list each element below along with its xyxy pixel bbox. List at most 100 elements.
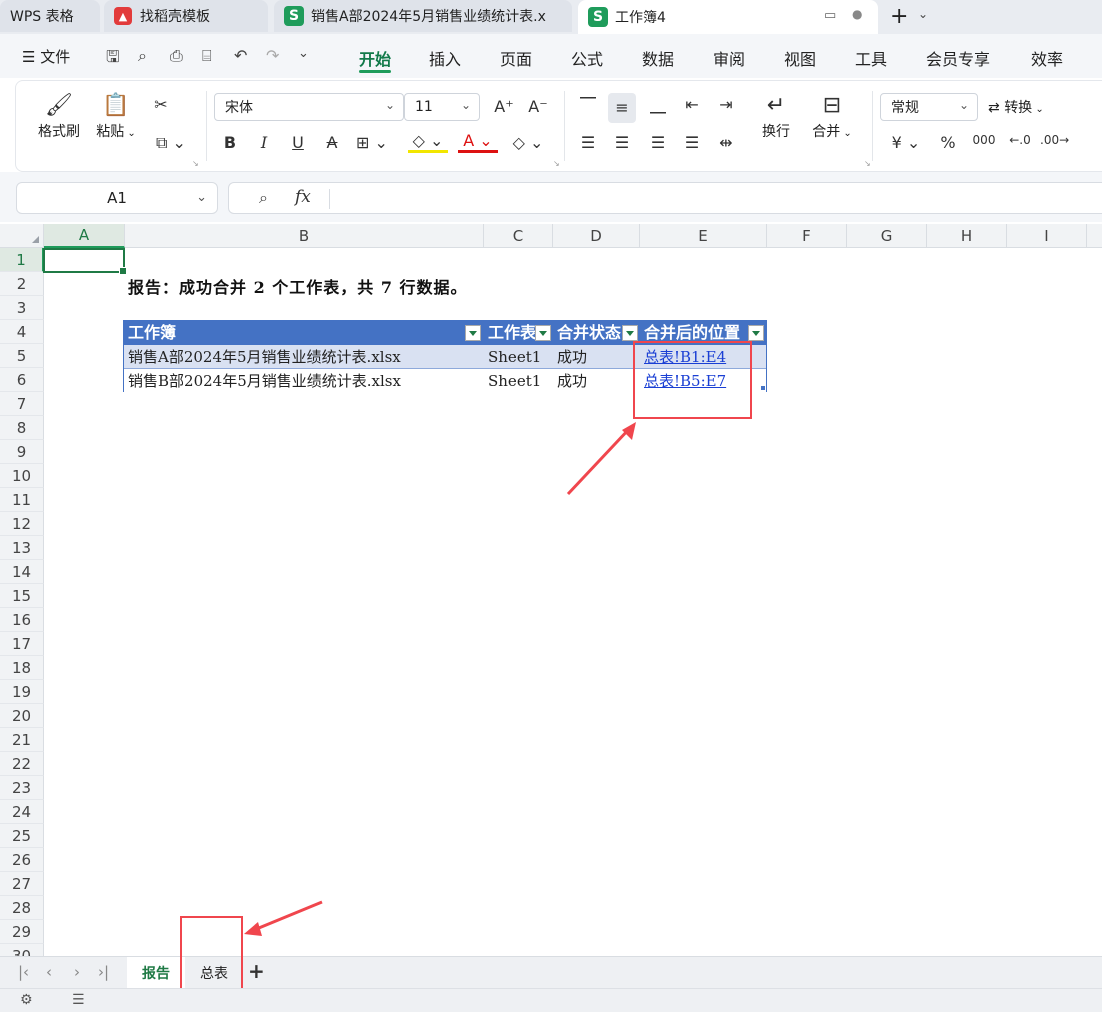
- file-menu[interactable]: ☰ 文件: [22, 46, 70, 67]
- column-header-G[interactable]: G: [847, 224, 927, 248]
- cell-workbook[interactable]: 销售B部2024年5月销售业绩统计表.xlsx: [124, 369, 484, 393]
- row-header-19[interactable]: 19: [0, 680, 44, 704]
- chevron-down-icon[interactable]: ⌄: [918, 7, 928, 21]
- active-cell-A1[interactable]: [43, 248, 127, 275]
- redo-icon[interactable]: ↷: [266, 46, 279, 65]
- row-header-28[interactable]: 28: [0, 896, 44, 920]
- decrease-indent-icon[interactable]: ⇤: [678, 95, 706, 114]
- row-header-24[interactable]: 24: [0, 800, 44, 824]
- row-header-27[interactable]: 27: [0, 872, 44, 896]
- filter-dropdown-icon[interactable]: [748, 325, 764, 341]
- formula-input[interactable]: ⌕ fx: [228, 182, 1102, 214]
- convert-button[interactable]: ⇄ 转换 ⌄: [988, 97, 1064, 117]
- copy-icon[interactable]: ⧉ ⌄: [151, 133, 191, 153]
- cell-status[interactable]: 成功: [553, 369, 640, 393]
- row-header-14[interactable]: 14: [0, 560, 44, 584]
- align-left-icon[interactable]: ☰: [574, 133, 602, 152]
- row-header-10[interactable]: 10: [0, 464, 44, 488]
- currency-button[interactable]: ¥ ⌄: [886, 133, 926, 152]
- align-bottom-icon[interactable]: ⎽: [644, 95, 672, 115]
- font-size-select[interactable]: 11 ⌄: [404, 93, 480, 121]
- row-header-8[interactable]: 8: [0, 416, 44, 440]
- row-header-2[interactable]: 2: [0, 272, 44, 296]
- increase-decimal-icon[interactable]: ←.0: [1006, 133, 1034, 147]
- row-header-12[interactable]: 12: [0, 512, 44, 536]
- align-top-icon[interactable]: ⎺: [574, 95, 602, 115]
- cut-icon[interactable]: ✂: [147, 95, 175, 114]
- expand-icon[interactable]: ↘: [192, 159, 199, 168]
- cell-workbook[interactable]: 销售A部2024年5月销售业绩统计表.xlsx: [124, 345, 484, 369]
- row-header-23[interactable]: 23: [0, 776, 44, 800]
- row-header-21[interactable]: 21: [0, 728, 44, 752]
- prev-sheet-icon[interactable]: ‹: [46, 963, 52, 981]
- row-header-30[interactable]: 30: [0, 944, 44, 956]
- row-header-11[interactable]: 11: [0, 488, 44, 512]
- row-header-5[interactable]: 5: [0, 344, 44, 368]
- name-box[interactable]: A1 ⌄: [16, 182, 218, 214]
- menu-formula[interactable]: 公式: [571, 46, 603, 70]
- sheet-tab-report[interactable]: 报告: [127, 957, 185, 988]
- cell-worksheet[interactable]: Sheet1: [484, 369, 553, 393]
- filter-dropdown-icon[interactable]: [622, 325, 638, 341]
- cell-status[interactable]: 成功: [553, 345, 640, 369]
- menu-view[interactable]: 视图: [784, 46, 816, 70]
- column-header-D[interactable]: D: [553, 224, 640, 248]
- menu-home[interactable]: 开始: [359, 46, 391, 70]
- chevron-down-icon[interactable]: ⌄: [298, 46, 309, 61]
- select-all-corner[interactable]: [0, 224, 44, 248]
- font-name-select[interactable]: 宋体 ⌄: [214, 93, 404, 121]
- macro-icon[interactable]: ⚙: [20, 992, 33, 1008]
- decrease-decimal-icon[interactable]: .00→: [1040, 133, 1069, 147]
- menu-review[interactable]: 审阅: [713, 46, 745, 70]
- tab-workbook-sales-a[interactable]: S 销售A部2024年5月销售业绩统计表.x: [274, 0, 572, 32]
- header-workbook[interactable]: 工作簿: [124, 321, 484, 345]
- paste-button[interactable]: 📋 粘贴 ⌄: [94, 91, 138, 141]
- new-tab-plus-icon[interactable]: +: [890, 4, 908, 29]
- justify-icon[interactable]: ☰: [678, 133, 706, 152]
- add-sheet-icon[interactable]: +: [248, 959, 265, 983]
- format-painter-button[interactable]: 🖌 格式刷: [34, 91, 84, 141]
- row-header-22[interactable]: 22: [0, 752, 44, 776]
- next-sheet-icon[interactable]: ›: [74, 963, 80, 981]
- border-icon[interactable]: ⊞ ⌄: [352, 133, 392, 152]
- last-sheet-icon[interactable]: ›|: [98, 963, 109, 981]
- filter-dropdown-icon[interactable]: [535, 325, 551, 341]
- fill-color-icon[interactable]: ◇ ⌄: [408, 131, 448, 153]
- increase-font-icon[interactable]: A⁺: [490, 97, 518, 116]
- clear-format-icon[interactable]: ◇ ⌄: [508, 133, 548, 152]
- row-header-3[interactable]: 3: [0, 296, 44, 320]
- menu-page[interactable]: 页面: [500, 46, 532, 70]
- row-header-7[interactable]: 7: [0, 392, 44, 416]
- row-header-16[interactable]: 16: [0, 608, 44, 632]
- column-header-C[interactable]: C: [484, 224, 553, 248]
- column-header-I[interactable]: I: [1007, 224, 1087, 248]
- number-format-select[interactable]: 常规 ⌄: [880, 93, 978, 121]
- row-header-18[interactable]: 18: [0, 656, 44, 680]
- column-header-A[interactable]: A: [44, 224, 125, 248]
- menu-tools[interactable]: 工具: [855, 46, 887, 70]
- expand-icon[interactable]: ↘: [553, 159, 560, 168]
- save-icon[interactable]: 🖫: [106, 46, 120, 73]
- menu-insert[interactable]: 插入: [429, 46, 461, 70]
- tab-wps-home[interactable]: WPS 表格: [0, 0, 100, 32]
- expand-icon[interactable]: ↘: [864, 159, 871, 168]
- row-header-13[interactable]: 13: [0, 536, 44, 560]
- align-center-icon[interactable]: ☰: [608, 133, 636, 152]
- increase-indent-icon[interactable]: ⇥: [712, 95, 740, 114]
- menu-member[interactable]: 会员专享: [926, 46, 990, 70]
- align-middle-icon[interactable]: ≡: [608, 93, 636, 123]
- underline-button[interactable]: U: [284, 133, 312, 152]
- wrap-text-button[interactable]: ↵ 换行: [754, 91, 798, 141]
- monitor-icon[interactable]: ▭: [824, 8, 836, 23]
- row-header-1[interactable]: 1: [0, 248, 44, 272]
- menu-efficiency[interactable]: 效率: [1031, 46, 1063, 70]
- row-header-29[interactable]: 29: [0, 920, 44, 944]
- export-icon[interactable]: ⌕: [138, 46, 147, 66]
- row-header-9[interactable]: 9: [0, 440, 44, 464]
- first-sheet-icon[interactable]: |‹: [18, 963, 29, 981]
- column-header-next[interactable]: [1087, 224, 1102, 248]
- font-color-button[interactable]: A ⌄: [458, 131, 498, 153]
- column-header-F[interactable]: F: [767, 224, 847, 248]
- decrease-font-icon[interactable]: A⁻: [524, 97, 552, 116]
- table-resize-handle[interactable]: [761, 386, 765, 390]
